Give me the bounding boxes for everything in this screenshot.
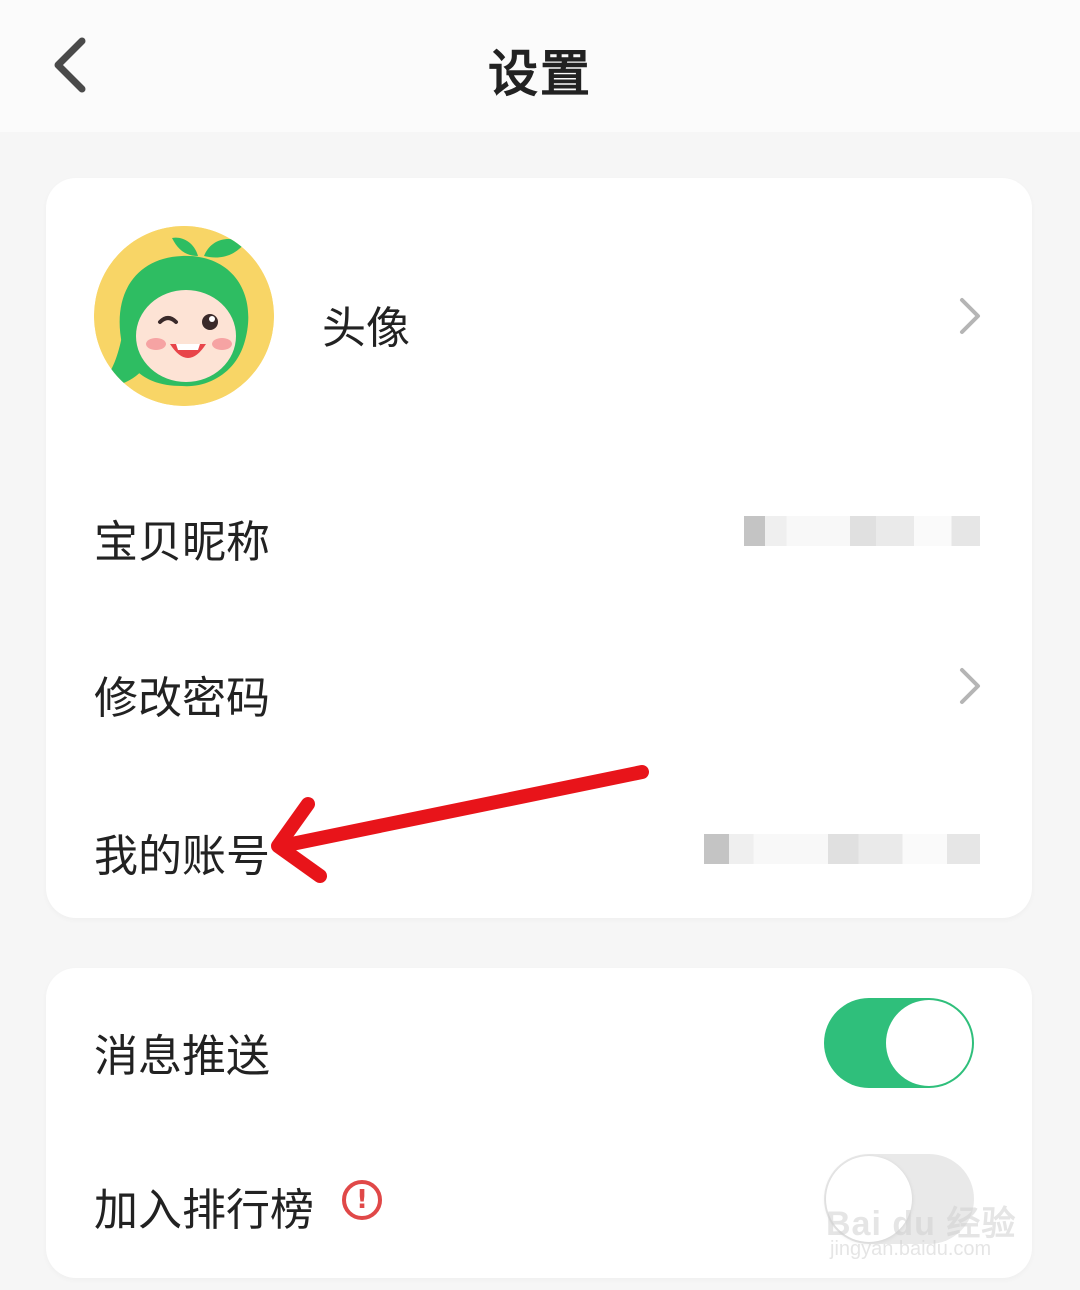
toggle-knob xyxy=(886,1000,972,1086)
page-title: 设置 xyxy=(488,45,592,103)
avatar xyxy=(94,226,274,406)
chevron-left-icon xyxy=(54,37,86,93)
change-password-row[interactable]: 修改密码 xyxy=(46,608,1032,758)
my-account-row[interactable]: 我的账号 xyxy=(46,764,1032,914)
back-button[interactable] xyxy=(40,30,100,100)
my-account-label: 我的账号 xyxy=(94,831,270,882)
leaderboard-label: 加入排行榜 xyxy=(94,1185,314,1236)
chevron-right-icon xyxy=(960,668,980,704)
push-notification-row: 消息推送 xyxy=(46,968,1032,1118)
profile-card: 头像 宝贝昵称 修改密码 我的账号 xyxy=(46,178,1032,918)
account-value-masked xyxy=(704,834,980,864)
chevron-right-icon xyxy=(960,298,980,334)
baidu-jingyan-watermark: Bai du 经验 jingyan.baidu.com xyxy=(826,1196,1026,1266)
nickname-row[interactable]: 宝贝昵称 xyxy=(46,454,1032,604)
push-notification-toggle[interactable] xyxy=(824,998,974,1088)
nickname-label: 宝贝昵称 xyxy=(94,517,270,568)
avatar-label: 头像 xyxy=(322,303,410,354)
top-bar: 设置 xyxy=(0,0,1080,132)
nickname-value-masked xyxy=(744,516,980,546)
alert-circle-icon[interactable]: ! xyxy=(342,1180,382,1220)
push-notification-label: 消息推送 xyxy=(94,1031,270,1082)
avatar-row[interactable]: 头像 xyxy=(46,178,1032,454)
avatar-mascot-image xyxy=(94,226,274,406)
change-password-label: 修改密码 xyxy=(94,673,270,724)
watermark-url: jingyan.baidu.com xyxy=(830,1238,992,1260)
